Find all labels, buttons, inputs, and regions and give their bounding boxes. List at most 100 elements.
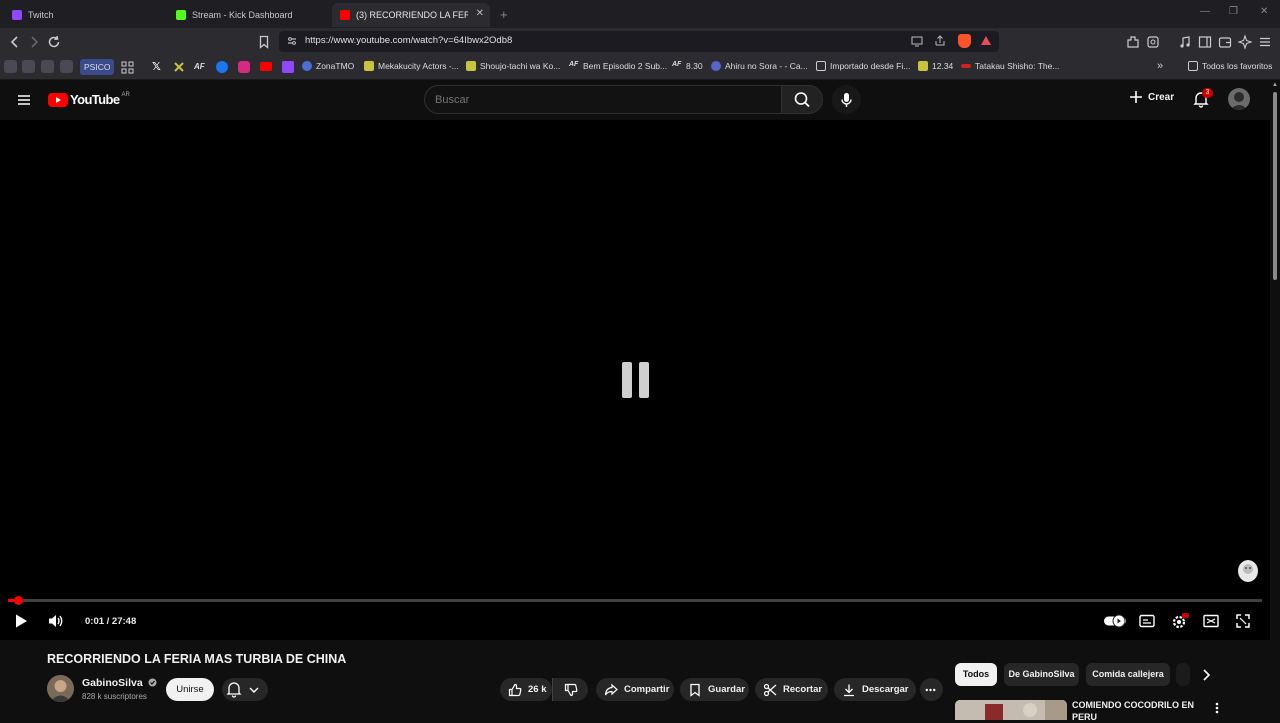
extensions-icon[interactable]: [1125, 34, 1141, 50]
recommendation-title[interactable]: COMIENDO COCODRILO EN PERU: [1072, 699, 1202, 723]
notifications-button[interactable]: 3: [1192, 88, 1213, 108]
save-label: Guardar: [708, 684, 745, 695]
sidebar-icon[interactable]: [1197, 34, 1213, 50]
video-player[interactable]: 0:01 / 27:48: [0, 120, 1270, 640]
subtitles-button[interactable]: [1139, 614, 1155, 628]
clip-button[interactable]: Recortar: [755, 678, 828, 701]
plus-icon: [1130, 91, 1142, 103]
like-button[interactable]: 26 k: [500, 678, 552, 701]
brave-rewards-icon[interactable]: [980, 35, 992, 47]
progress-scrubber[interactable]: [14, 596, 23, 605]
bookmark-1234[interactable]: 12.34: [918, 61, 953, 71]
reload-button[interactable]: [46, 34, 62, 50]
chip-all[interactable]: Todos: [955, 663, 997, 686]
bookmark-shoujo-tachi[interactable]: Shoujo-tachi wa Ko...: [466, 61, 560, 71]
apps-grid-icon[interactable]: [121, 61, 134, 74]
search-input[interactable]: [435, 94, 765, 106]
bookmark-tatakau-shisho[interactable]: Tatakau Shisho: The...: [961, 61, 1059, 71]
time-display: 0:01 / 27:48: [85, 616, 137, 627]
download-button[interactable]: Descargar: [834, 678, 916, 701]
forward-button[interactable]: [26, 34, 42, 50]
search-box[interactable]: [424, 85, 782, 114]
x-icon[interactable]: 𝕏: [152, 60, 161, 73]
youtube-logo[interactable]: YouTube AR: [48, 92, 130, 107]
dislike-button[interactable]: [552, 678, 588, 701]
address-bar[interactable]: https://www.youtube.com/watch?v=64Ibwx2O…: [279, 31, 999, 52]
bookmark-favicon[interactable]: [173, 61, 185, 73]
create-button[interactable]: Crear: [1128, 89, 1174, 105]
share-button[interactable]: Compartir: [596, 678, 674, 701]
bookmark-favicon[interactable]: [22, 60, 35, 73]
back-button[interactable]: [7, 34, 23, 50]
bookmark-favicon[interactable]: [41, 60, 54, 73]
channel-watermark[interactable]: [1238, 560, 1258, 582]
download-icon: [844, 684, 854, 696]
recommendation-menu-icon[interactable]: [1211, 701, 1223, 715]
bookmark-ahiru-no-sora[interactable]: Ahiru no Sora - - Ca...: [711, 61, 808, 71]
bookmark-importado[interactable]: Importado desde Fi...: [816, 61, 910, 71]
brave-shields-icon[interactable]: [958, 34, 971, 48]
scroll-up-icon[interactable]: ▲: [1272, 82, 1278, 88]
site-settings-icon[interactable]: [286, 35, 298, 47]
guide-menu-icon[interactable]: [16, 92, 32, 108]
chips-next-chevron-icon[interactable]: [1200, 668, 1212, 682]
close-tab-icon[interactable]: ✕: [476, 8, 484, 19]
share-icon[interactable]: [934, 35, 946, 47]
recommendation-thumbnail[interactable]: [955, 700, 1067, 720]
mute-button[interactable]: [47, 613, 65, 629]
media-controls-icon[interactable]: [1177, 34, 1193, 50]
bookmark-mekakucity[interactable]: Mekakucity Actors -...: [364, 61, 459, 71]
more-bookmarks-chevron-icon[interactable]: »: [1157, 60, 1163, 72]
tab-twitch[interactable]: Twitch: [4, 3, 164, 27]
minimize-button[interactable]: —: [1200, 6, 1210, 17]
bookmark-830[interactable]: AF 8.30: [672, 61, 703, 71]
chip-from-channel[interactable]: De GabinoSilva: [1004, 663, 1079, 686]
bookmark-zonatmo[interactable]: ZonaTMO: [302, 61, 354, 71]
menu-icon[interactable]: [1257, 34, 1273, 50]
instagram-icon[interactable]: [238, 61, 250, 73]
all-favorites-folder[interactable]: Todos los favoritos: [1188, 61, 1272, 71]
af-icon[interactable]: AF: [194, 62, 205, 71]
youtube-icon[interactable]: [260, 62, 272, 71]
join-button[interactable]: Unirse: [166, 678, 214, 701]
bookmark-psico[interactable]: PSICO: [80, 59, 115, 75]
cast-icon[interactable]: [911, 35, 923, 47]
channel-avatar[interactable]: [47, 675, 74, 702]
avatar[interactable]: [1228, 88, 1250, 110]
tab-youtube-video[interactable]: (3) RECORRIENDO LA FERIA MAS ✕: [332, 3, 490, 27]
play-button[interactable]: [13, 613, 29, 629]
chip-partial[interactable]: [1176, 663, 1190, 686]
twitch-icon: [12, 10, 22, 20]
bookmark-favicon[interactable]: [60, 60, 73, 73]
bookmark-icon: [961, 64, 971, 68]
new-tab-button[interactable]: +: [500, 7, 508, 22]
scroll-thumb[interactable]: [1273, 92, 1277, 280]
subscription-bell-button[interactable]: [222, 678, 268, 701]
twitch-icon[interactable]: [282, 61, 294, 73]
theater-mode-button[interactable]: [1203, 614, 1219, 628]
maximize-button[interactable]: ❐: [1229, 6, 1238, 17]
bookmark-favicon[interactable]: [4, 60, 17, 73]
close-window-button[interactable]: ✕: [1260, 6, 1268, 17]
page-scrollbar[interactable]: ▲: [1270, 80, 1280, 720]
bookmark-bem-episodio[interactable]: AF Bem Episodio 2 Sub...: [569, 61, 667, 71]
fullscreen-button[interactable]: [1236, 614, 1250, 628]
save-button[interactable]: Guardar: [680, 678, 749, 701]
wallet-icon[interactable]: [1217, 34, 1233, 50]
leo-ai-icon[interactable]: [1237, 34, 1253, 50]
facebook-icon[interactable]: [216, 61, 228, 73]
autoplay-toggle[interactable]: [1104, 614, 1126, 628]
voice-search-button[interactable]: [832, 85, 861, 114]
settings-button[interactable]: [1171, 612, 1189, 630]
tab-kick-dashboard[interactable]: Stream - Kick Dashboard: [168, 3, 328, 27]
chip-street-food[interactable]: Comida callejera: [1086, 663, 1170, 686]
search-button[interactable]: [781, 85, 823, 114]
screenshot-icon[interactable]: [1145, 34, 1161, 50]
progress-bar[interactable]: [8, 596, 1262, 605]
play-icon: [16, 614, 27, 628]
channel-name[interactable]: GabinoSilva: [82, 677, 157, 689]
bookmark-page-icon[interactable]: [256, 34, 272, 50]
more-actions-button[interactable]: [920, 678, 943, 701]
bookmark-icon: [918, 61, 928, 71]
zonatmo-icon: [302, 61, 312, 71]
